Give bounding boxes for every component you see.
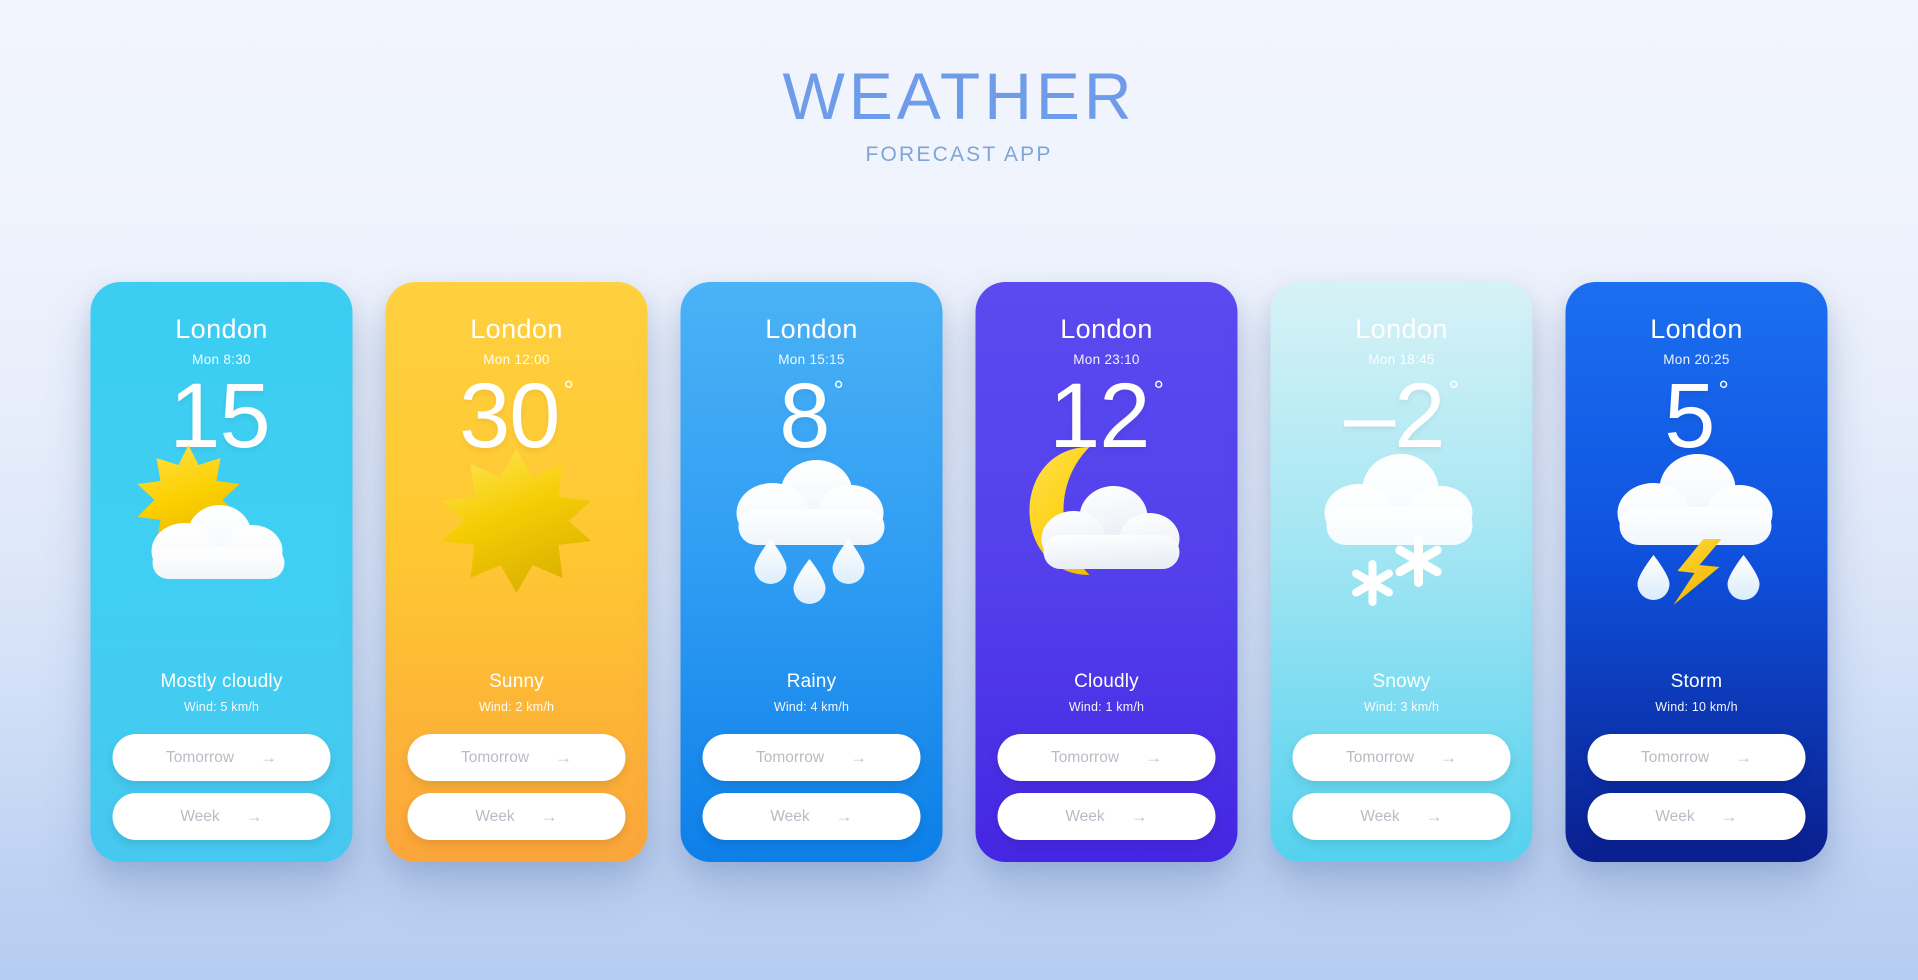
city-name: London: [470, 314, 563, 344]
tomorrow-button[interactable]: Tomorrow →: [997, 734, 1216, 781]
arrow-right-icon: →: [1720, 807, 1738, 826]
condition-label: Rainy: [786, 671, 837, 692]
degree-symbol: °: [1153, 375, 1164, 405]
card-actions: Tomorrow → Week →: [996, 734, 1218, 862]
week-button[interactable]: Week →: [702, 793, 921, 840]
wind-label: Wind: 4 km/h: [773, 700, 850, 714]
condition-label: Sunny: [489, 671, 544, 692]
arrow-right-icon: →: [555, 748, 573, 767]
degree-symbol: °: [1448, 375, 1459, 405]
cloud-rain-icon: [701, 435, 923, 615]
condition-label: Cloudly: [1074, 671, 1139, 692]
card-visual-stage: 5 °: [1586, 370, 1808, 671]
weather-card-rainy[interactable]: London Mon 15:15 8 ° Rainy Wind: 4 km/h …: [680, 282, 943, 862]
weather-card-mostly-cloudly[interactable]: London Mon 8:30 15 Mostly cloudly Wind: …: [90, 282, 353, 862]
tomorrow-button-label: Tomorrow: [1345, 748, 1415, 766]
condition-label: Storm: [1670, 671, 1723, 692]
card-actions: Tomorrow → Week →: [701, 734, 923, 862]
city-name: London: [1060, 314, 1153, 344]
card-actions: Tomorrow → Week →: [406, 734, 628, 862]
degree-symbol: °: [1718, 375, 1729, 405]
card-visual-stage: 12 °: [996, 370, 1218, 671]
degree-symbol: °: [833, 375, 844, 405]
condition-label: Snowy: [1372, 671, 1431, 692]
tomorrow-button-label: Tomorrow: [460, 748, 530, 766]
arrow-right-icon: →: [850, 748, 868, 767]
week-button-label: Week: [475, 807, 515, 825]
arrow-right-icon: →: [1735, 748, 1753, 767]
weather-card-list: London Mon 8:30 15 Mostly cloudly Wind: …: [90, 282, 1828, 862]
arrow-right-icon: →: [1130, 807, 1148, 826]
weather-card-storm[interactable]: London Mon 20:25 5 ° Storm Wind: 10 km/h…: [1565, 282, 1828, 862]
tomorrow-button[interactable]: Tomorrow →: [1587, 734, 1806, 781]
city-name: London: [1650, 314, 1743, 344]
card-actions: Tomorrow → Week →: [1586, 734, 1808, 862]
arrow-right-icon: →: [245, 807, 263, 826]
week-button-label: Week: [1655, 807, 1695, 825]
week-button-label: Week: [1065, 807, 1105, 825]
week-button[interactable]: Week →: [1587, 793, 1806, 840]
tomorrow-button[interactable]: Tomorrow →: [112, 734, 331, 781]
week-button[interactable]: Week →: [1292, 793, 1511, 840]
arrow-right-icon: →: [1425, 807, 1443, 826]
wind-label: Wind: 2 km/h: [478, 700, 555, 714]
wind-label: Wind: 5 km/h: [183, 700, 260, 714]
card-actions: Tomorrow → Week →: [1291, 734, 1513, 862]
card-visual-stage: –2 °: [1291, 370, 1513, 671]
arrow-right-icon: →: [540, 807, 558, 826]
card-actions: Tomorrow → Week →: [111, 734, 333, 862]
tomorrow-button[interactable]: Tomorrow →: [1292, 734, 1511, 781]
week-button-label: Week: [770, 807, 810, 825]
arrow-right-icon: →: [1440, 748, 1458, 767]
week-button-label: Week: [180, 807, 220, 825]
page-title: WEATHER: [782, 59, 1136, 133]
tomorrow-button-label: Tomorrow: [1050, 748, 1120, 766]
tomorrow-button[interactable]: Tomorrow →: [407, 734, 626, 781]
condition-label: Mostly cloudly: [160, 671, 283, 692]
card-visual-stage: 15: [111, 370, 333, 671]
city-name: London: [765, 314, 858, 344]
arrow-right-icon: →: [260, 748, 278, 767]
moon-behind-cloud-icon: [996, 435, 1218, 600]
wind-label: Wind: 10 km/h: [1655, 700, 1738, 714]
sun-icon: [406, 435, 628, 595]
wind-label: Wind: 3 km/h: [1363, 700, 1440, 714]
weather-card-cloudly[interactable]: London Mon 23:10 12 ° Cloudly Wind: 1 km…: [975, 282, 1238, 862]
tomorrow-button-label: Tomorrow: [165, 748, 235, 766]
cloud-lightning-icon: [1586, 435, 1808, 615]
page-header: WEATHER FORECAST APP: [0, 0, 1918, 167]
week-button-label: Week: [1360, 807, 1400, 825]
week-button[interactable]: Week →: [112, 793, 331, 840]
sun-behind-cloud-icon: [111, 435, 333, 595]
cloud-snow-icon: [1291, 435, 1513, 615]
week-button[interactable]: Week →: [997, 793, 1216, 840]
tomorrow-button-label: Tomorrow: [755, 748, 825, 766]
weather-card-sunny[interactable]: London Mon 12:00 30 ° Sunny Wind: 2 km/h…: [385, 282, 648, 862]
week-button[interactable]: Week →: [407, 793, 626, 840]
arrow-right-icon: →: [835, 807, 853, 826]
arrow-right-icon: →: [1145, 748, 1163, 767]
card-visual-stage: 8 °: [701, 370, 923, 671]
page-subtitle: FORECAST APP: [865, 143, 1053, 167]
weather-card-snowy[interactable]: London Mon 18:45 –2 ° Snowy Wind: 3 km/h…: [1270, 282, 1533, 862]
city-name: London: [1355, 314, 1448, 344]
city-name: London: [175, 314, 268, 344]
tomorrow-button[interactable]: Tomorrow →: [702, 734, 921, 781]
tomorrow-button-label: Tomorrow: [1640, 748, 1710, 766]
degree-symbol: °: [563, 375, 574, 405]
wind-label: Wind: 1 km/h: [1068, 700, 1145, 714]
card-visual-stage: 30 °: [406, 370, 628, 671]
